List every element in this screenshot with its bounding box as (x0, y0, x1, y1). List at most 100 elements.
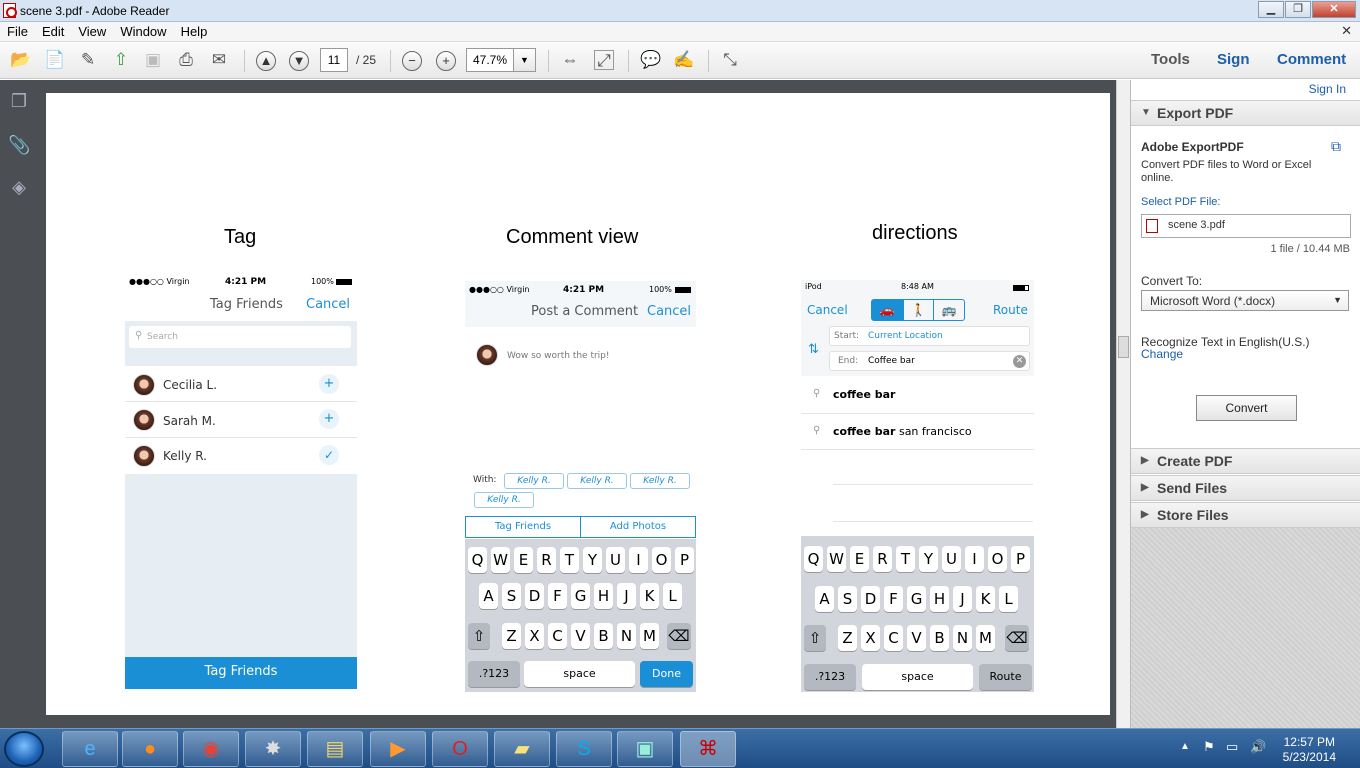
next-page-icon[interactable]: ▼ (289, 51, 309, 71)
key[interactable]: I (965, 546, 984, 572)
change-link[interactable]: Change (1141, 347, 1183, 361)
volume-icon[interactable]: 🔊 (1250, 739, 1266, 755)
tab-add-photos[interactable]: Add Photos (580, 516, 696, 538)
key[interactable]: B (594, 623, 613, 649)
tag-chip[interactable]: Kelly R. (567, 473, 627, 489)
key[interactable]: V (907, 625, 926, 651)
action-center-icon[interactable]: ⚑ (1203, 739, 1215, 755)
key[interactable]: E (514, 547, 533, 573)
network-icon[interactable]: ▭ (1226, 739, 1238, 755)
explorer-icon[interactable]: ▤ (307, 731, 363, 767)
sign-in-link[interactable]: Sign In (1309, 82, 1346, 96)
tag-chip[interactable]: Kelly R. (504, 473, 564, 489)
open-icon[interactable]: 📂 (10, 50, 31, 70)
key[interactable]: W (827, 546, 846, 572)
send-files-section[interactable]: ▶ Send Files (1131, 475, 1360, 501)
minimize-button[interactable]: ▁ (1258, 1, 1284, 18)
ie-icon[interactable]: e (62, 731, 118, 767)
key[interactable]: P (1011, 546, 1030, 572)
space-key[interactable]: space (524, 661, 635, 687)
key[interactable]: K (976, 586, 995, 612)
key[interactable]: S (838, 586, 857, 612)
key[interactable]: O (988, 546, 1007, 572)
key[interactable]: R (873, 546, 892, 572)
key[interactable]: Q (468, 547, 487, 573)
tag-chip[interactable]: Kelly R. (630, 473, 690, 489)
list-item[interactable]: ⚲ coffee bar san francisco (801, 414, 1034, 450)
key[interactable]: O (652, 547, 671, 573)
tab-sign[interactable]: Sign (1217, 51, 1250, 68)
comment-cancel-button[interactable]: Cancel (647, 304, 691, 319)
key[interactable]: M (976, 625, 995, 651)
tag-chip[interactable]: Kelly R. (474, 492, 534, 508)
space-key[interactable]: space (862, 664, 973, 690)
scroll-thumb[interactable] (1118, 336, 1129, 358)
key[interactable]: Z (838, 625, 857, 651)
key[interactable]: J (953, 586, 972, 612)
key[interactable]: H (930, 586, 949, 612)
key[interactable]: S (502, 583, 521, 609)
key[interactable]: N (953, 625, 972, 651)
numbers-key[interactable]: .?123 (468, 661, 520, 687)
zoom-input[interactable]: 47.7% (466, 48, 514, 72)
email-icon[interactable]: ✉ (209, 50, 229, 70)
done-key[interactable]: Done (640, 661, 693, 687)
prev-page-icon[interactable]: ▲ (256, 51, 276, 71)
adobe-reader-icon[interactable]: ⌘ (680, 731, 736, 767)
export-info-icon[interactable]: ⧉ (1331, 138, 1341, 155)
key[interactable]: F (884, 586, 903, 612)
start-field[interactable]: Start: Current Location (829, 326, 1030, 346)
directions-cancel-button[interactable]: Cancel (807, 303, 848, 317)
key[interactable]: E (850, 546, 869, 572)
key[interactable]: T (896, 546, 915, 572)
close-button[interactable]: ✕ (1312, 1, 1356, 18)
key[interactable]: R (537, 547, 556, 573)
key[interactable]: G (571, 583, 590, 609)
walk-icon[interactable]: 🚶 (902, 300, 934, 320)
tab-tag-friends[interactable]: Tag Friends (465, 516, 581, 538)
key[interactable]: T (560, 547, 579, 573)
zoom-dropdown-icon[interactable]: ▼ (514, 48, 536, 72)
upload-icon[interactable]: ⇧ (111, 50, 131, 70)
fullscreen-icon[interactable]: ⤡ (720, 50, 740, 70)
swap-icon[interactable]: ⇅ (808, 342, 819, 357)
key[interactable]: U (942, 546, 961, 572)
key[interactable]: Y (919, 546, 938, 572)
tray-overflow-icon[interactable]: ▲ (1180, 741, 1190, 752)
vertical-scrollbar[interactable] (1116, 80, 1130, 728)
highlight-icon[interactable]: ✍ (673, 50, 694, 70)
shift-icon[interactable]: ⇧ (804, 625, 826, 651)
key[interactable]: H (594, 583, 613, 609)
export-pdf-section[interactable]: ▼ Export PDF (1131, 100, 1360, 126)
backspace-icon[interactable]: ⌫ (1005, 625, 1029, 651)
menu-view[interactable]: View (71, 22, 113, 41)
key[interactable]: J (617, 583, 636, 609)
list-item[interactable]: Sarah M. + (125, 402, 357, 438)
key[interactable]: Z (502, 623, 521, 649)
add-icon[interactable]: + (319, 374, 339, 394)
tag-cancel-button[interactable]: Cancel (306, 297, 350, 312)
tab-comment[interactable]: Comment (1277, 51, 1346, 68)
key[interactable]: N (617, 623, 636, 649)
create-pdf-section[interactable]: ▶ Create PDF (1131, 448, 1360, 474)
route-button[interactable]: Route (993, 303, 1028, 317)
firefox-icon[interactable]: ● (122, 731, 178, 767)
safari-icon[interactable]: ✸ (245, 731, 301, 767)
edit-icon[interactable]: ✎ (78, 50, 98, 70)
clear-icon[interactable]: ✕ (1013, 355, 1026, 368)
print-icon[interactable]: ⎙ (176, 50, 196, 70)
layers-icon[interactable]: ◈ (8, 176, 30, 198)
key[interactable]: W (491, 547, 510, 573)
fit-width-icon[interactable]: ⇔ (560, 50, 580, 70)
tag-search-field[interactable]: ⚲ Search (129, 326, 351, 348)
car-icon[interactable]: 🚗 (872, 300, 903, 320)
key[interactable]: Y (583, 547, 602, 573)
key[interactable]: P (675, 547, 694, 573)
close-doc-icon[interactable]: ✕ (1341, 23, 1352, 39)
list-item[interactable]: ⚲ coffee bar (801, 378, 1034, 414)
transit-icon[interactable]: 🚌 (933, 300, 964, 320)
key[interactable]: X (525, 623, 544, 649)
key[interactable]: D (861, 586, 880, 612)
zoom-out-icon[interactable]: − (402, 51, 422, 71)
maximize-button[interactable]: ❐ (1285, 1, 1311, 18)
